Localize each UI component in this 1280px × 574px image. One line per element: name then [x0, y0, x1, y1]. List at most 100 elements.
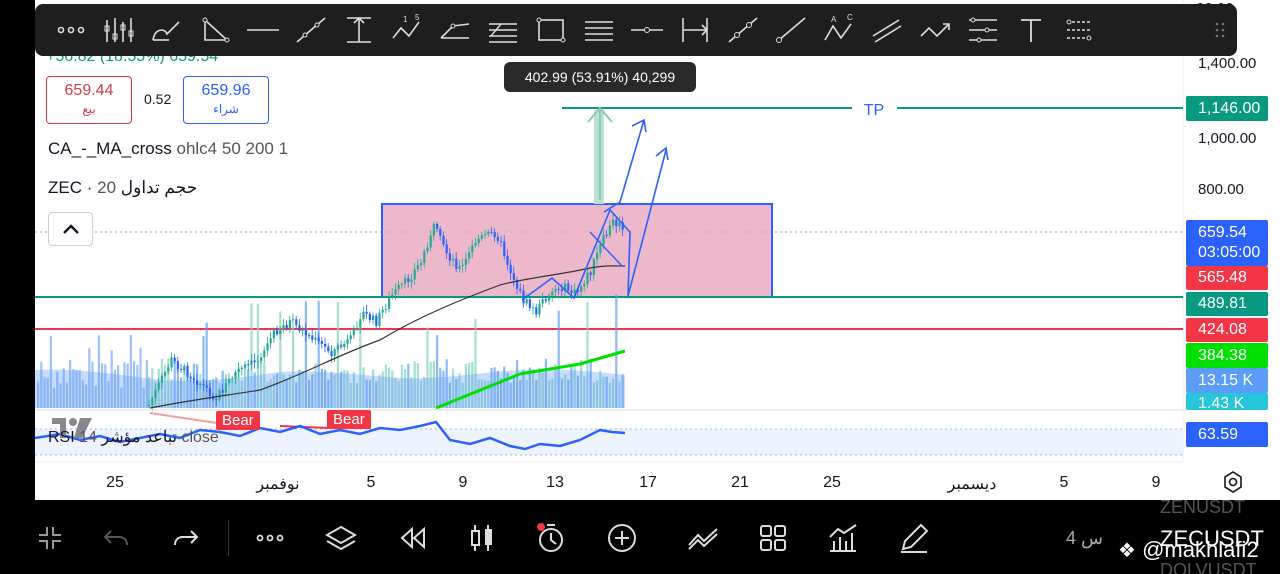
candle-body: [448, 253, 451, 261]
price-tag-ma[interactable]: 565.48: [1186, 266, 1268, 290]
rectangle-tool[interactable]: [527, 10, 575, 50]
rsi-legend[interactable]: RSI تباعد مؤشر 14 close: [48, 427, 219, 447]
time-tick: 9: [458, 474, 468, 491]
symbol-ghost-top: ZENUSDT: [1160, 497, 1245, 517]
bear-label-1: Bear: [216, 411, 260, 430]
candle-body: [554, 288, 557, 292]
add-button[interactable]: [602, 518, 642, 558]
ray-icon: [776, 17, 806, 43]
volume-legend[interactable]: ZEC · حجم تداول 20: [48, 178, 197, 198]
candle-body: [186, 365, 189, 377]
more-button[interactable]: [250, 518, 290, 558]
layers-button[interactable]: [321, 518, 361, 558]
chart-settings-icon[interactable]: [1222, 471, 1244, 493]
horizontal-line-tool[interactable]: [239, 10, 287, 50]
abcd-pattern-tool[interactable]: 15: [383, 10, 431, 50]
parallel-channel-tool[interactable]: [479, 10, 527, 50]
candle-body: [365, 311, 368, 314]
candle-body: [544, 299, 547, 301]
measure-tool[interactable]: [959, 10, 1007, 50]
ray-tool[interactable]: [767, 10, 815, 50]
parallel-lines-tool[interactable]: [863, 10, 911, 50]
price-tag-volume[interactable]: 13.15 K: [1186, 368, 1268, 393]
candle-body: [420, 262, 423, 266]
fullscreen-button[interactable]: [30, 518, 70, 558]
ma-cross-legend[interactable]: CA_-_MA_cross ohlc4 50 200 1: [48, 139, 288, 159]
price-tag-support[interactable]: 489.81: [1186, 292, 1268, 316]
candle-body: [148, 404, 151, 406]
candle-body: [548, 295, 551, 301]
candle-body: [503, 241, 506, 256]
bear-label-2: Bear: [327, 410, 371, 429]
horizontal-ray-tool[interactable]: [623, 10, 671, 50]
candle-body: [436, 223, 439, 230]
text-tool[interactable]: [1007, 10, 1055, 50]
candle-body: [586, 272, 589, 285]
buy-label: شراء: [213, 102, 239, 116]
collapse-legend-button[interactable]: [48, 212, 93, 246]
candle-body: [160, 375, 163, 383]
candle-body: [484, 234, 487, 236]
price-tag-volume-current[interactable]: 1.43 K: [1186, 393, 1268, 410]
candle-body: [279, 329, 282, 335]
candle-body: [349, 335, 352, 340]
candle-type-button[interactable]: [462, 518, 502, 558]
current-price: 659.54: [1198, 224, 1247, 241]
candle-body: [224, 383, 227, 393]
price-tag-resistance[interactable]: 424.08: [1186, 318, 1268, 342]
fullscreen-icon: [39, 527, 61, 549]
trend-line-tool[interactable]: [287, 10, 335, 50]
fib-levels-icon: [585, 21, 613, 41]
time-tick: 21: [731, 474, 749, 491]
candle-body: [237, 369, 240, 372]
candle-body: [375, 315, 378, 327]
extended-line-icon: [728, 17, 758, 43]
redo-button[interactable]: [166, 518, 206, 558]
layout-button[interactable]: [753, 518, 793, 558]
date-price-range-tool[interactable]: [671, 10, 719, 50]
fib-tool[interactable]: [95, 10, 143, 50]
indicators-button[interactable]: [823, 518, 863, 558]
polyline-tool[interactable]: [911, 10, 959, 50]
drag-handle-icon[interactable]: [1213, 20, 1227, 40]
interval-label[interactable]: 4 س: [1066, 528, 1103, 549]
candle-body: [269, 338, 272, 344]
undo-button[interactable]: [96, 518, 136, 558]
brush-tool[interactable]: [143, 10, 191, 50]
candle-body: [173, 357, 176, 362]
horizontal-ray-icon: [631, 27, 663, 33]
more-tools-button[interactable]: [47, 10, 95, 50]
sell-button[interactable]: 659.44 بيع: [46, 76, 132, 124]
target-zone-rectangle[interactable]: [381, 203, 773, 298]
candle-body: [324, 343, 327, 347]
price-tag-tp[interactable]: 1,146.00: [1186, 96, 1268, 121]
candle-body: [244, 364, 247, 368]
candle-body: [474, 243, 477, 246]
candle-body: [570, 290, 573, 293]
compare-button[interactable]: [683, 518, 723, 558]
buy-button[interactable]: 659.96 شراء: [183, 76, 269, 124]
price-tag-ma-fast[interactable]: 384.38: [1186, 343, 1268, 368]
price-tag-current[interactable]: 659.54 03:05:00: [1186, 220, 1268, 266]
price-tag-rsi[interactable]: 63.59: [1186, 422, 1268, 447]
drawing-button[interactable]: [894, 518, 934, 558]
candle-body: [167, 367, 170, 372]
candle-body: [541, 299, 544, 304]
regression-tool[interactable]: [1055, 10, 1103, 50]
candle-body: [512, 273, 515, 280]
fib-levels-tool[interactable]: [575, 10, 623, 50]
undo-icon: [103, 530, 128, 546]
vertical-range-tool[interactable]: [335, 10, 383, 50]
candle-body: [304, 329, 307, 336]
candle-body: [189, 376, 192, 379]
projection-path-b[interactable]: [603, 118, 669, 213]
candle-body: [618, 222, 621, 227]
extended-line-tool[interactable]: [719, 10, 767, 50]
xabcd-pattern-tool[interactable]: AC: [815, 10, 863, 50]
abcd-pattern-icon: 15: [392, 14, 420, 39]
path-tool[interactable]: [431, 10, 479, 50]
triangle-tool[interactable]: [191, 10, 239, 50]
volume-name: ZEC · حجم تداول: [48, 178, 198, 197]
candle-body: [311, 335, 314, 340]
replay-button[interactable]: [391, 518, 431, 558]
